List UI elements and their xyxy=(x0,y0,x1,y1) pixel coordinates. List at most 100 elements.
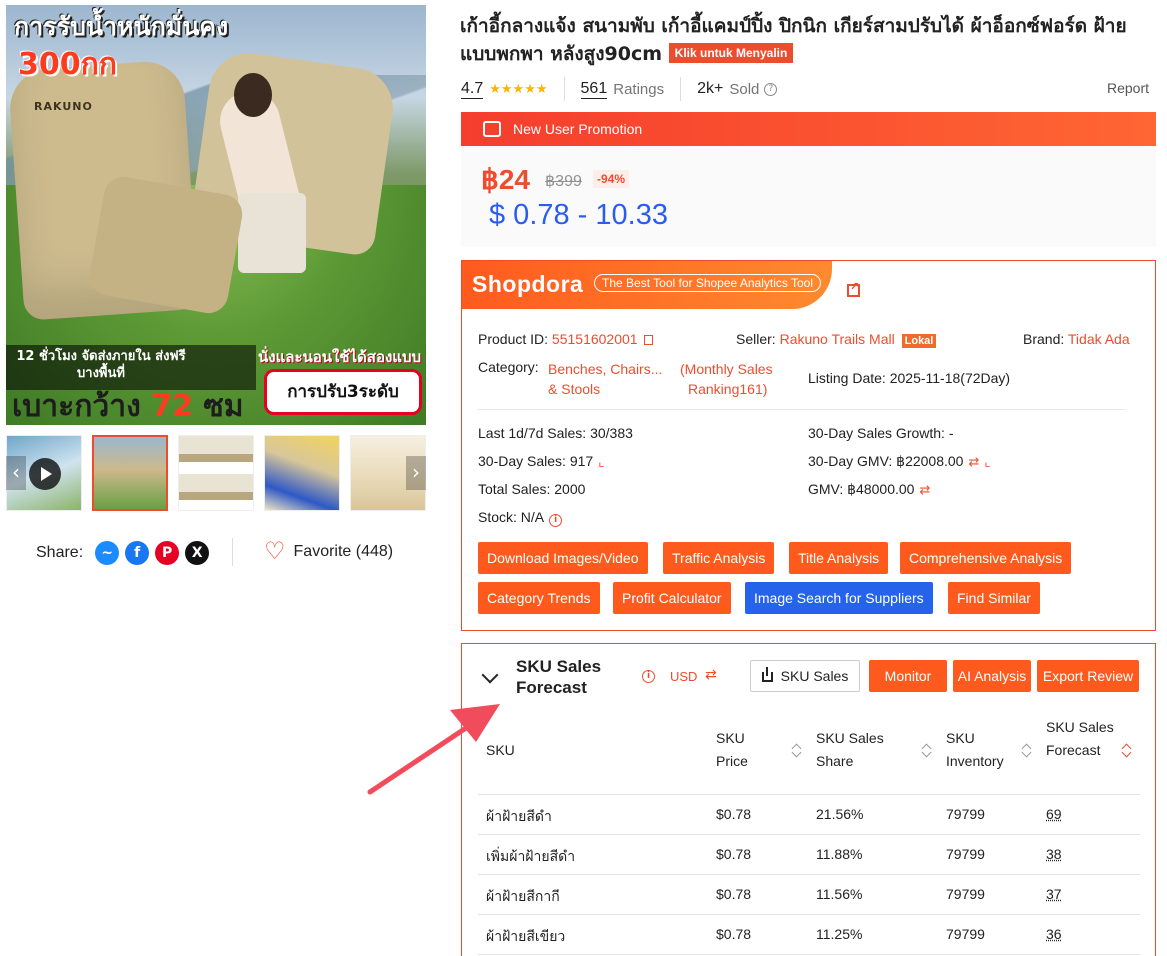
ranking-link[interactable]: (Monthly Sales Ranking161) xyxy=(680,359,773,399)
stats-divider xyxy=(680,77,682,101)
stock-field: Stock: N/A i xyxy=(478,509,563,527)
image-weight: 300กก xyxy=(18,47,117,82)
shopdora-panel: Shopdora The Best Tool for Shopee Analyt… xyxy=(461,260,1156,631)
shopdora-header: Shopdora The Best Tool for Shopee Analyt… xyxy=(462,261,832,309)
image-chair-seat xyxy=(86,173,246,317)
favorite-label: Favorite (448) xyxy=(293,543,394,560)
title-analysis-button[interactable]: Title Analysis xyxy=(789,542,889,574)
product-id-field: Product ID: 55151602001 xyxy=(478,331,653,347)
column-inventory[interactable]: SKU Inventory xyxy=(946,727,1016,773)
share-divider xyxy=(232,538,233,566)
sort-icon[interactable] xyxy=(1122,743,1131,757)
column-sku-price[interactable]: SKU Price xyxy=(716,727,766,773)
pinterest-icon[interactable]: P xyxy=(155,541,180,565)
monitor-button[interactable]: Monitor xyxy=(869,660,947,692)
shopdora-logo: Shopdora xyxy=(472,271,584,297)
thumbnail-2[interactable] xyxy=(92,435,168,511)
gmv-30-field: 30-Day GMV: ฿22008.00 ⇄ ⌞ xyxy=(808,453,991,469)
table-row: ผ้าฝ้ายสีดำ $0.78 21.56% 79799 69 xyxy=(478,794,1140,834)
original-price: ฿399 xyxy=(545,173,582,190)
thumbnail-4[interactable] xyxy=(264,435,340,511)
thumbnail-prev-arrow[interactable]: ‹ xyxy=(6,456,26,490)
seller-field: Seller: Rakuno Trails Mall Lokal xyxy=(736,331,937,348)
column-sales-forecast[interactable]: SKU Sales Forecast xyxy=(1046,716,1116,762)
seller-link[interactable]: Rakuno Trails Mall xyxy=(780,331,895,347)
current-price: ฿24 xyxy=(481,164,530,195)
profit-calculator-button[interactable]: Profit Calculator xyxy=(613,582,731,614)
category-link[interactable]: Benches, Chairs... & Stools xyxy=(548,359,662,399)
sold-count: 2k+ xyxy=(697,80,724,97)
copy-icon[interactable] xyxy=(643,335,653,345)
export-review-button[interactable]: Export Review xyxy=(1037,660,1139,692)
discount-badge: -94% xyxy=(593,170,630,188)
sales-30-field: 30-Day Sales: 917 ⌞ xyxy=(478,453,605,469)
image-search-suppliers-button[interactable]: Image Search for Suppliers xyxy=(745,582,933,614)
copy-title-button[interactable]: Klik untuk Menyalin xyxy=(668,43,794,63)
download-images-button[interactable]: Download Images/Video xyxy=(478,542,648,574)
arrow-shaft xyxy=(367,721,475,795)
info-icon[interactable]: i xyxy=(642,670,655,683)
swap-icon[interactable]: ⇄ xyxy=(968,454,979,469)
swap-icon[interactable]: ⇄ xyxy=(705,666,717,683)
sold-label: Sold xyxy=(729,80,760,98)
trend-chart-icon[interactable]: ⌞ xyxy=(984,454,990,469)
category-trends-button[interactable]: Category Trends xyxy=(478,582,600,614)
thumbnail-next-arrow[interactable]: › xyxy=(406,456,426,490)
thumbnail-3[interactable] xyxy=(178,435,254,511)
info-icon[interactable]: i xyxy=(549,514,563,527)
heart-icon: ♡ xyxy=(264,538,286,565)
price-box: ฿24 ฿399 -94% $ 0.78 - 10.33 xyxy=(461,146,1156,247)
table-row: ผ้าฝ้ายสีกากี $0.78 11.56% 79799 37 xyxy=(478,874,1140,914)
shopdora-tagline: The Best Tool for Shopee Analytics Tool xyxy=(594,274,822,292)
column-sales-share[interactable]: SKU Sales Share xyxy=(816,727,906,773)
brand-value[interactable]: Tidak Ada xyxy=(1068,331,1130,347)
favorite-button[interactable]: ♡ Favorite (448) xyxy=(264,540,393,564)
brand-field: Brand: Tidak Ada xyxy=(1023,331,1130,347)
annotation-arrow xyxy=(367,704,500,795)
sku-forecast-title: SKU Sales Forecast xyxy=(516,657,602,697)
promotion-label: New User Promotion xyxy=(513,121,643,137)
chevron-down-icon[interactable] xyxy=(481,666,499,684)
messenger-icon[interactable]: ~ xyxy=(95,541,120,565)
currency-label[interactable]: USD xyxy=(670,669,697,684)
sort-icon[interactable] xyxy=(922,743,931,757)
sku-sales-button[interactable]: SKU Sales xyxy=(750,660,860,692)
ai-analysis-button[interactable]: AI Analysis xyxy=(953,660,1031,692)
table-row: เพิ่มผ้าฝ้ายสีดำ $0.78 11.88% 79799 38 xyxy=(478,834,1140,874)
sort-icon[interactable] xyxy=(1022,743,1031,757)
sales-growth: 30-Day Sales Growth: - xyxy=(808,425,954,441)
x-icon[interactable]: X xyxy=(185,541,210,565)
external-link-icon[interactable] xyxy=(847,280,860,297)
category-label: Category: xyxy=(478,359,539,375)
comprehensive-analysis-button[interactable]: Comprehensive Analysis xyxy=(900,542,1072,574)
rating-value[interactable]: 4.7 xyxy=(461,80,484,99)
image-levels-badge: การปรับ3ระดับ xyxy=(264,369,422,415)
image-shipping-text: 12 ชั่วโมง จัดส่งภายใน ส่งฟรีบางพื้นที่ xyxy=(16,349,186,381)
table-row: ผ้าฝ้ายสีเขียว $0.78 11.25% 79799 36 xyxy=(478,914,1140,954)
gift-icon xyxy=(483,121,501,137)
trend-chart-icon[interactable]: ⌞ xyxy=(598,454,604,469)
question-icon[interactable]: ? xyxy=(764,82,778,96)
usd-price-range: $ 0.78 - 10.33 xyxy=(489,199,668,231)
image-sit-sleep-text: นั่งและนอนใช้ได้สองแบบ xyxy=(258,348,422,366)
ratings-count[interactable]: 561 xyxy=(580,80,608,99)
star-rating-icon: ★★★★★ xyxy=(489,81,548,96)
rating-stats: 4.7 ★★★★★ 561 Ratings 2k+ Sold ? xyxy=(461,77,1151,101)
report-link[interactable]: Report xyxy=(1107,80,1149,96)
image-brand-text: RAKUNO xyxy=(34,100,93,113)
find-similar-button[interactable]: Find Similar xyxy=(948,582,1040,614)
listing-date: Listing Date: 2025-11-18(72Day) xyxy=(808,370,1011,386)
promotion-bar: New User Promotion xyxy=(461,112,1156,146)
product-id-value[interactable]: 55151602001 xyxy=(552,331,638,347)
gmv-field: GMV: ฿48000.00 ⇄ xyxy=(808,481,931,497)
product-main-image[interactable]: RAKUNO การรับน้ำหนักมั่นคง 300กก 12 ชั่ว… xyxy=(6,5,426,425)
facebook-icon[interactable]: f xyxy=(125,541,150,565)
sort-icon[interactable] xyxy=(792,743,801,757)
last-sales: Last 1d/7d Sales: 30/383 xyxy=(478,425,633,441)
traffic-analysis-button[interactable]: Traffic Analysis xyxy=(663,542,775,574)
panel-divider xyxy=(478,409,1126,410)
share-row: Share: ~ f P X xyxy=(36,540,210,566)
play-icon xyxy=(29,458,61,490)
stats-divider xyxy=(563,77,565,101)
swap-icon[interactable]: ⇄ xyxy=(919,482,930,497)
